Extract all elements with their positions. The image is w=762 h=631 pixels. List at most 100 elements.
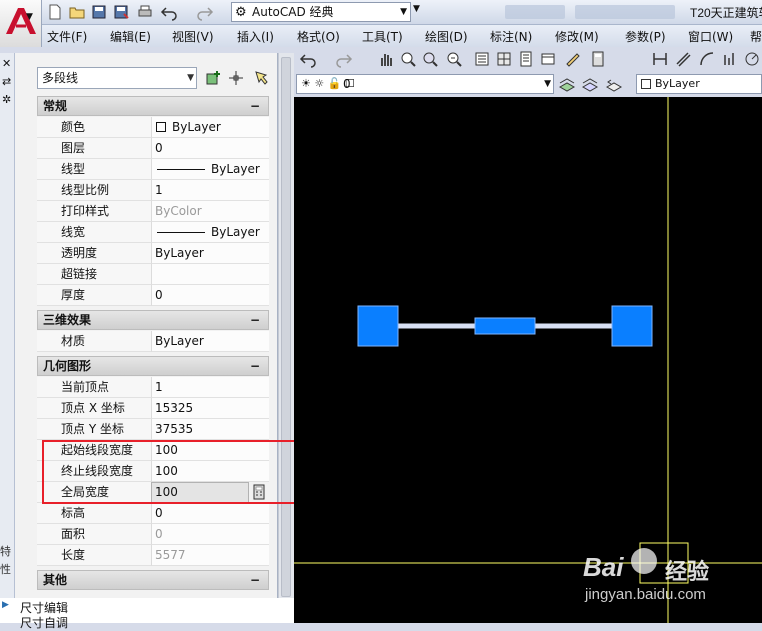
- prop-value[interactable]: ByLayer: [151, 159, 269, 180]
- prop-label: 标高: [37, 503, 151, 524]
- prop-row-hyperlink[interactable]: 超链接: [37, 264, 269, 285]
- prop-row-elevation[interactable]: 标高 0: [37, 503, 269, 524]
- menu-tools[interactable]: 工具(T): [362, 28, 403, 45]
- prop-row-length[interactable]: 长度 5577: [37, 545, 269, 566]
- select-objects-icon[interactable]: [227, 69, 245, 87]
- collapse-icon[interactable]: −: [250, 571, 260, 589]
- new-file-icon[interactable]: [46, 3, 64, 21]
- workspace-label: AutoCAD 经典: [252, 5, 334, 19]
- prop-row-layer[interactable]: 图层 0: [37, 138, 269, 159]
- expand-arrow-icon[interactable]: ▶: [2, 600, 9, 610]
- menu-window[interactable]: 窗口(W): [688, 28, 733, 45]
- paw-icon: [631, 548, 657, 574]
- properties-icon[interactable]: [472, 49, 490, 67]
- prop-value[interactable]: ByLayer: [151, 117, 269, 138]
- prop-value[interactable]: 15325: [151, 398, 269, 419]
- aligned-dimension-icon[interactable]: [673, 49, 691, 67]
- window-title: T20天正建筑软: [690, 6, 762, 20]
- prop-value[interactable]: 1: [151, 377, 269, 398]
- markup-icon[interactable]: [563, 49, 581, 67]
- arc-length-icon[interactable]: [697, 49, 715, 67]
- close-icon[interactable]: ✕: [2, 57, 11, 70]
- quickcalc-icon[interactable]: [588, 49, 606, 67]
- prop-row-area[interactable]: 面积 0: [37, 524, 269, 545]
- prop-row-vertex-y[interactable]: 顶点 Y 坐标 37535: [37, 419, 269, 440]
- palette-options-icon[interactable]: ✲: [2, 93, 11, 106]
- prop-value[interactable]: 0: [151, 138, 269, 159]
- radius-dimension-icon[interactable]: [742, 49, 760, 67]
- prop-value[interactable]: ByLayer: [151, 222, 269, 243]
- prop-row-current-vertex[interactable]: 当前顶点 1: [37, 377, 269, 398]
- menu-edit[interactable]: 编辑(E): [110, 28, 151, 45]
- print-icon[interactable]: [136, 3, 154, 21]
- prop-value[interactable]: 0: [151, 285, 269, 306]
- prop-value[interactable]: [151, 264, 269, 285]
- properties-scrollbar[interactable]: [278, 53, 294, 598]
- prop-row-material[interactable]: 材质 ByLayer: [37, 331, 269, 352]
- section-geometry[interactable]: 几何图形 −: [37, 356, 269, 376]
- baidu-watermark: Bai 经验 jingyan.baidu.com: [583, 548, 758, 608]
- prop-row-plot-style[interactable]: 打印样式 ByColor: [37, 201, 269, 222]
- design-center-icon[interactable]: [494, 49, 512, 67]
- scrollbar-thumb[interactable]: [281, 57, 291, 597]
- section-general[interactable]: 常规 −: [37, 96, 269, 116]
- prop-value[interactable]: 0: [151, 503, 269, 524]
- autohide-icon[interactable]: ⇄: [2, 75, 11, 88]
- menu-help[interactable]: 帮: [750, 28, 762, 45]
- menu-format[interactable]: 格式(O): [297, 28, 340, 45]
- object-type-select[interactable]: 多段线 ▼: [37, 67, 197, 89]
- layer-previous-icon[interactable]: [604, 74, 623, 92]
- menu-parametric[interactable]: 参数(P): [625, 28, 666, 45]
- ordinate-dimension-icon[interactable]: [720, 49, 738, 67]
- save-as-icon[interactable]: [112, 3, 130, 21]
- menu-insert[interactable]: 插入(I): [237, 28, 274, 45]
- collapse-icon[interactable]: −: [250, 97, 260, 115]
- prop-row-vertex-x[interactable]: 顶点 X 坐标 15325: [37, 398, 269, 419]
- application-menu-button[interactable]: ▼: [0, 0, 42, 47]
- redo-icon[interactable]: [334, 49, 353, 68]
- toggle-pickadd-icon[interactable]: [204, 69, 222, 87]
- prop-row-color[interactable]: 颜色 ByLayer: [37, 117, 269, 138]
- zoom-window-icon[interactable]: [420, 49, 438, 67]
- collapse-icon[interactable]: −: [250, 357, 260, 375]
- layer-states-icon[interactable]: [580, 74, 599, 92]
- sheet-set-icon[interactable]: [538, 49, 556, 67]
- watermark-brand: Bai: [583, 552, 624, 582]
- pan-hand-icon[interactable]: [376, 49, 394, 67]
- prop-row-lineweight[interactable]: 线宽 ByLayer: [37, 222, 269, 243]
- section-3d-effects[interactable]: 三维效果 −: [37, 310, 269, 330]
- redo-icon[interactable]: [196, 3, 214, 21]
- prop-value[interactable]: ByLayer: [151, 331, 269, 352]
- section-title: 常规: [43, 99, 68, 113]
- prop-row-transparency[interactable]: 透明度 ByLayer: [37, 243, 269, 264]
- open-folder-icon[interactable]: [68, 3, 86, 21]
- prop-row-linetype[interactable]: 线型 ByLayer: [37, 159, 269, 180]
- menu-view[interactable]: 视图(V): [172, 28, 214, 45]
- zoom-previous-icon[interactable]: [444, 49, 462, 67]
- menu-file[interactable]: 文件(F): [47, 28, 87, 45]
- collapse-icon[interactable]: −: [250, 311, 260, 329]
- menu-draw[interactable]: 绘图(D): [425, 28, 468, 45]
- grip-start: [357, 305, 399, 347]
- customize-quick-access-icon[interactable]: ▼: [413, 4, 425, 20]
- prop-row-thickness[interactable]: 厚度 0: [37, 285, 269, 306]
- color-select[interactable]: ByLayer: [636, 74, 762, 94]
- linear-dimension-icon[interactable]: [650, 49, 668, 67]
- undo-icon[interactable]: [160, 3, 178, 21]
- menu-dimension[interactable]: 标注(N): [490, 28, 532, 45]
- workspace-select[interactable]: ⚙ AutoCAD 经典 ▼: [231, 2, 411, 22]
- layer-select[interactable]: ☀ ☼ 🔓 ☐ 0 ▼: [296, 74, 554, 94]
- prop-value[interactable]: ByLayer: [151, 243, 269, 264]
- save-icon[interactable]: [90, 3, 108, 21]
- prop-row-linetype-scale[interactable]: 线型比例 1: [37, 180, 269, 201]
- zoom-realtime-icon[interactable]: [398, 49, 416, 67]
- prop-value[interactable]: 37535: [151, 419, 269, 440]
- prop-value[interactable]: 1: [151, 180, 269, 201]
- undo-icon[interactable]: [298, 49, 316, 68]
- section-misc[interactable]: 其他 −: [37, 570, 269, 590]
- menu-modify[interactable]: 修改(M): [555, 28, 599, 45]
- quick-select-icon[interactable]: [252, 69, 270, 87]
- make-layer-current-icon[interactable]: [557, 74, 576, 92]
- drawing-canvas[interactable]: [294, 97, 762, 623]
- tool-palettes-icon[interactable]: [516, 49, 534, 67]
